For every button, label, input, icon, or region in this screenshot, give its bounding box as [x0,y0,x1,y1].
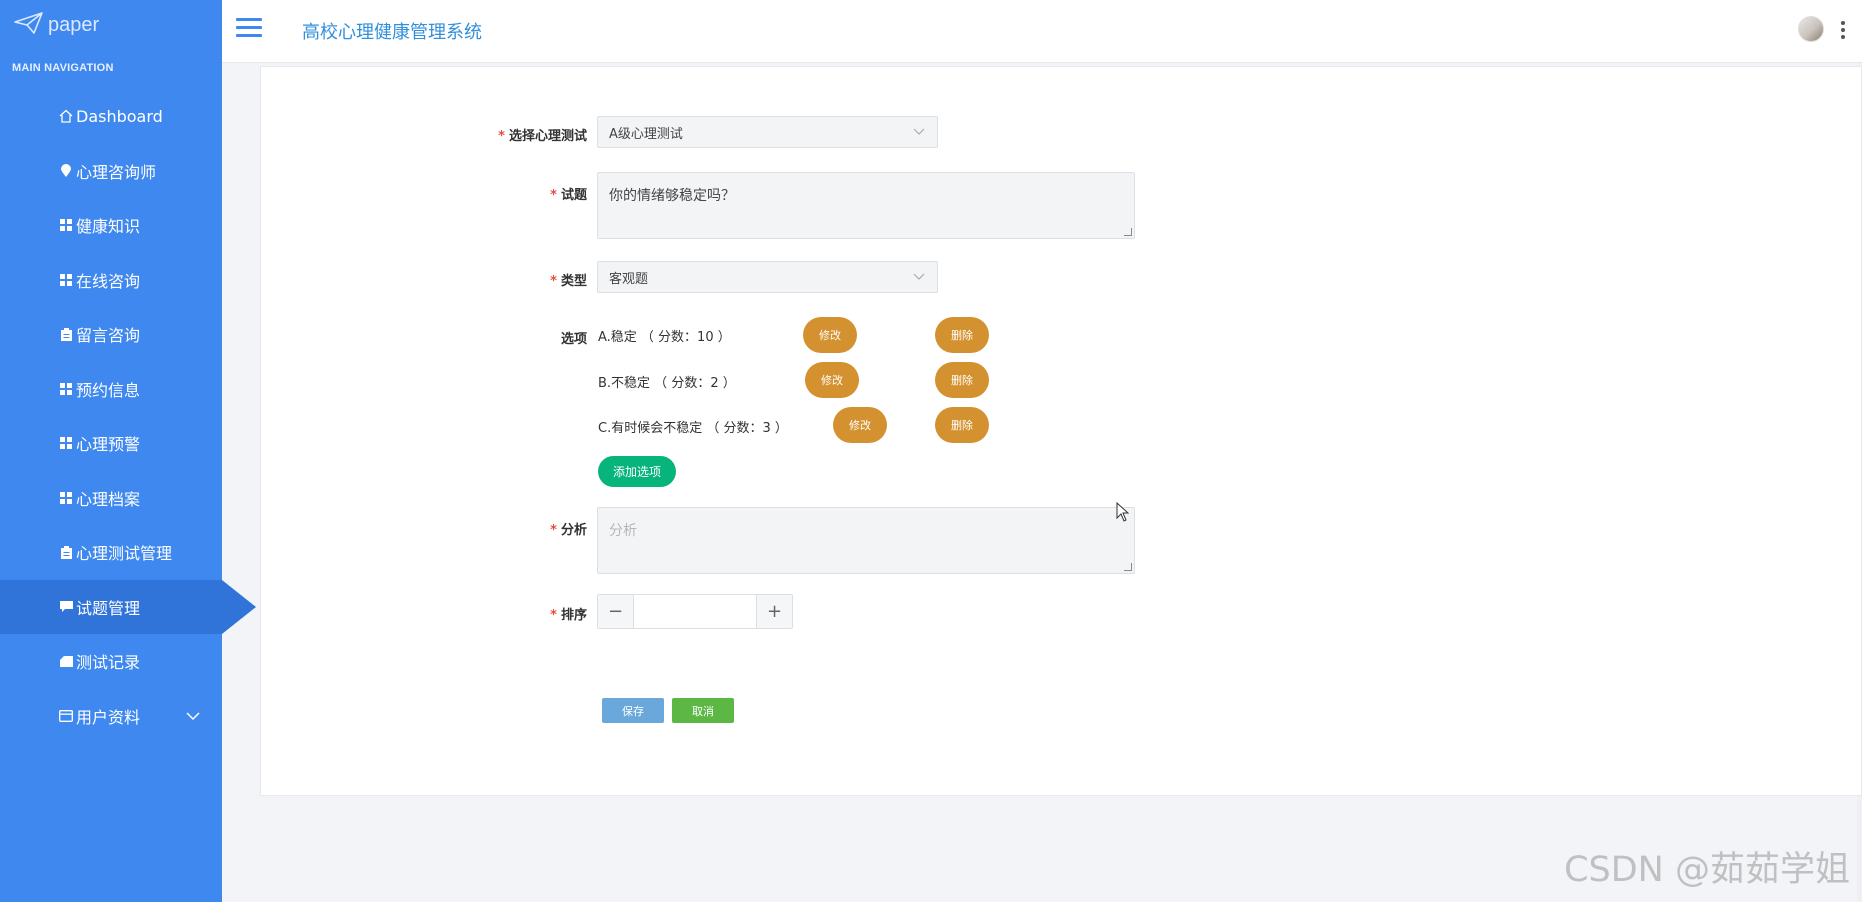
required-mark: * [498,129,505,144]
nav-header: MAIN NAVIGATION [12,62,114,74]
option-item: A.稳定 （ 分数：10 ） [598,330,731,345]
sidebar-item-label: 心理咨询师 [76,162,157,182]
app-title: 高校心理健康管理系统 [302,22,482,43]
more-vertical-icon[interactable] [1840,21,1846,39]
sidebar-item-label: Dashboard [76,106,163,126]
resize-handle[interactable] [1124,228,1132,236]
form-row-type: * 类型 客观题 [487,261,938,293]
sidebar-item-label: 心理档案 [76,489,141,509]
edit-option-button[interactable]: 修改 [833,407,887,443]
sidebar-nav: Dashboard 心理咨询师 健康知识 在线咨询 留言咨询 预约信息 心理预警 [0,89,256,744]
add-option-button[interactable]: 添加选项 [598,456,676,487]
sidebar-item-label: 测试记录 [76,653,141,673]
top-bar: 高校心理健康管理系统 [222,0,1862,63]
sidebar-item-archives[interactable]: 心理档案 [0,471,222,526]
grid-icon [58,272,74,288]
textarea-placeholder: 分析 [609,523,637,539]
form-row-options: 选项 [487,328,597,347]
watermark: CSDN @茹茹学姐 [1564,850,1850,890]
option-item: C.有时候会不稳定 （ 分数：3 ） [598,421,788,436]
test-select[interactable]: A级心理测试 [597,116,938,148]
sidebar-item-user-profile[interactable]: 用户资料 [0,689,222,744]
grid-icon [58,381,74,397]
chevron-down-icon [913,270,925,284]
sidebar-item-appointments[interactable]: 预约信息 [0,362,222,417]
tag-icon [58,653,74,669]
edit-option-button[interactable]: 修改 [805,362,859,398]
sidebar-item-label: 心理测试管理 [76,544,173,564]
required-mark: * [550,274,557,289]
required-mark: * [550,608,557,623]
sidebar-item-test-management[interactable]: 心理测试管理 [0,525,222,580]
field-label: 排序 [560,608,587,623]
increment-button[interactable]: + [756,595,792,628]
sidebar-item-online-consult[interactable]: 在线咨询 [0,253,222,308]
field-label: 分析 [560,523,587,538]
form-row-question: * 试题 你的情绪够稳定吗？ [487,172,1135,239]
required-mark: * [550,188,557,203]
analysis-textarea[interactable]: 分析 [597,507,1135,574]
sidebar-item-dashboard[interactable]: Dashboard [0,89,222,144]
option-item: B.不稳定 （ 分数：2 ） [598,376,736,391]
sidebar-item-label: 健康知识 [76,217,141,237]
grid-icon [58,435,74,451]
logo[interactable]: paper [14,10,99,40]
sort-input[interactable] [634,595,756,628]
type-select[interactable]: 客观题 [597,261,938,293]
sidebar-item-health-knowledge[interactable]: 健康知识 [0,198,222,253]
form-row-analysis: * 分析 分析 [487,507,1135,574]
field-label: 选项 [560,332,587,347]
chevron-down-icon[interactable] [186,706,200,725]
form-row-sort: * 排序 − + [487,594,793,629]
cancel-button[interactable]: 取消 [672,698,734,723]
location-pin-icon [58,163,74,179]
sort-stepper: − + [597,594,793,629]
paper-plane-icon [14,12,44,38]
sidebar-item-test-records[interactable]: 测试记录 [0,634,222,689]
grid-icon [58,490,74,506]
sidebar-item-label: 在线咨询 [76,271,141,291]
mouse-cursor-icon [1116,501,1130,526]
clipboard-icon [58,326,74,342]
save-button[interactable]: 保存 [602,698,664,723]
sidebar-item-label: 试题管理 [76,598,141,618]
card-icon [58,708,74,724]
decrement-button[interactable]: − [598,595,634,628]
delete-option-button[interactable]: 删除 [935,362,989,398]
sidebar-item-label: 用户资料 [76,707,141,727]
resize-handle[interactable] [1124,563,1132,571]
grid-icon [58,217,74,233]
sidebar-item-question-management[interactable]: 试题管理 [0,579,256,634]
sidebar-item-label: 心理预警 [76,435,141,455]
logo-text: paper [48,13,100,36]
field-label: 选择心理测试 [508,129,587,144]
comment-icon [58,599,74,615]
sidebar-item-counselor[interactable]: 心理咨询师 [0,144,222,199]
edit-option-button[interactable]: 修改 [803,317,857,353]
avatar[interactable] [1798,16,1824,42]
form-row-test: * 选择心理测试 A级心理测试 [487,116,938,148]
question-textarea[interactable]: 你的情绪够稳定吗？ [597,172,1135,239]
delete-option-button[interactable]: 删除 [935,407,989,443]
field-label: 类型 [560,274,587,289]
required-mark: * [550,523,557,538]
delete-option-button[interactable]: 删除 [935,317,989,353]
sidebar: paper MAIN NAVIGATION Dashboard 心理咨询师 健康… [0,0,256,902]
home-icon [58,108,74,124]
sidebar-item-alerts[interactable]: 心理预警 [0,416,222,471]
select-value: 客观题 [609,271,649,287]
chevron-down-icon [913,125,925,139]
hamburger-menu-icon[interactable] [236,18,262,38]
sidebar-item-label: 留言咨询 [76,326,141,346]
sidebar-item-label: 预约信息 [76,380,141,400]
field-label: 试题 [560,188,587,203]
select-value: A级心理测试 [609,126,683,142]
textarea-value: 你的情绪够稳定吗？ [609,188,735,204]
clipboard-icon [58,544,74,560]
sidebar-item-message-consult[interactable]: 留言咨询 [0,307,222,362]
